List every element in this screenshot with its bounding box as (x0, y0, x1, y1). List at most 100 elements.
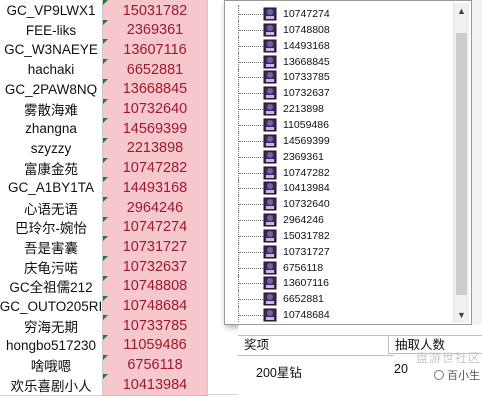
username-cell[interactable]: szyzzy (0, 137, 103, 160)
tree-branch (239, 124, 263, 126)
tree-branch (239, 29, 263, 31)
tree-branch (239, 299, 263, 301)
id-cell[interactable]: 10732640 (103, 98, 208, 121)
username-cell[interactable]: hongbo517230 (0, 334, 103, 357)
id-cell[interactable]: 11059486 (103, 334, 208, 357)
watermark-brand: 百小生 (434, 367, 480, 383)
user-icon (263, 23, 277, 37)
table-row: hongbo517230 11059486 (0, 334, 238, 357)
username-cell[interactable]: 心语无语 (0, 197, 103, 219)
id-cell[interactable]: 14569399 (103, 118, 208, 141)
list-item-label: 6652881 (283, 293, 324, 306)
username-cell[interactable]: hachaki (0, 59, 103, 82)
list-item-label: 10748808 (283, 23, 330, 36)
username-cell[interactable]: 欢乐喜剧小人 (0, 374, 103, 396)
scroll-up-button[interactable]: ▲ (454, 3, 469, 19)
tree-branch (239, 283, 263, 285)
table-row: zhangna 14569399 (0, 118, 238, 141)
username-cell[interactable]: GC_2PAW8NQ (0, 78, 103, 101)
id-cell[interactable]: 6652881 (103, 59, 208, 82)
window-edge (472, 0, 482, 325)
list-item-label: 6756118 (283, 261, 324, 274)
vertical-scrollbar[interactable]: ▲ ▼ (453, 3, 469, 323)
cell-marker-icon (103, 216, 108, 222)
username-cell[interactable]: GC_A1BY1TA (0, 177, 103, 200)
user-icon (263, 70, 277, 84)
table-row: GC_OUTO205RI 10748684 (0, 295, 238, 318)
username-cell[interactable]: zhangna (0, 118, 103, 141)
id-cell[interactable]: 2369361 (103, 19, 208, 42)
id-cell[interactable]: 10747274 (103, 216, 208, 239)
username-cell[interactable]: 富康金苑 (0, 157, 103, 180)
list-item-label: 10732640 (283, 198, 330, 211)
id-cell[interactable]: 10732637 (103, 256, 208, 279)
table-row: 啥哦嗯 6756118 (0, 354, 238, 377)
list-item-label: 2964246 (283, 214, 324, 227)
table-row: 吾是害囊 10731727 (0, 236, 238, 259)
user-icon (263, 292, 277, 306)
cell-marker-icon (103, 256, 108, 262)
id-cell[interactable]: 10748808 (103, 275, 208, 298)
user-icon (263, 86, 277, 100)
tree-branch (239, 188, 263, 190)
username-cell[interactable]: 吾是害囊 (0, 236, 103, 259)
username-cell[interactable]: GC_OUTO205RI (0, 295, 103, 318)
username-cell[interactable]: GC_VP9LWX1 (0, 0, 103, 22)
id-cell[interactable]: 13607116 (103, 39, 208, 62)
extra-cell[interactable] (208, 374, 238, 396)
tree-branch (239, 172, 263, 174)
table-row: hachaki 6652881 (0, 59, 238, 82)
user-icon (263, 197, 277, 211)
id-cell[interactable]: 10747282 (103, 157, 208, 180)
username-cell[interactable]: FEE-liks (0, 19, 103, 42)
tree-branch (239, 220, 263, 222)
tree-branch (239, 14, 263, 15)
id-cell[interactable]: 2964246 (103, 197, 208, 219)
table-row: 庆龟污喏 10732637 (0, 256, 238, 279)
id-cell[interactable]: 2213898 (103, 137, 208, 160)
list-item[interactable]: 10748684 (229, 306, 451, 323)
username-cell[interactable]: 穷海无期 (0, 315, 103, 338)
scroll-down-button[interactable]: ▼ (454, 307, 469, 323)
cell-marker-icon (103, 197, 108, 202)
table-row: 心语无语 2964246 (0, 197, 238, 219)
cell-marker-icon (103, 78, 108, 84)
table-row: GC_A1BY1TA 14493168 (0, 177, 238, 200)
username-cell[interactable]: 巴玲尔-婉怡 (0, 216, 103, 239)
tree-branch (239, 93, 263, 95)
tree-branch (239, 235, 263, 237)
table-row: 欢乐喜剧小人 10413984 (0, 374, 238, 396)
id-tree-list[interactable]: 10747274 10748808 14493168 13668845 10733785… (229, 3, 451, 323)
list-item-label: 14569399 (283, 134, 330, 147)
id-cell[interactable]: 10748684 (103, 295, 208, 318)
username-cell[interactable]: 雾散海难 (0, 98, 103, 121)
id-cell[interactable]: 10733785 (103, 315, 208, 338)
username-cell[interactable]: GC_W3NAEYE (0, 39, 103, 62)
list-item-label: 15031782 (283, 229, 330, 242)
list-item-label: 10732637 (283, 87, 330, 100)
count-cell[interactable]: 20 (394, 362, 408, 376)
watermark-author: 百小生 (447, 370, 480, 382)
username-cell[interactable]: GC全祖儒212 (0, 275, 103, 298)
id-cell[interactable]: 6756118 (103, 354, 208, 377)
id-cell[interactable]: 13668845 (103, 78, 208, 101)
table-row: 巴玲尔-婉怡 10747274 (0, 216, 238, 239)
user-icon (263, 55, 277, 69)
cell-marker-icon (103, 315, 108, 321)
username-cell[interactable]: 庆龟污喏 (0, 256, 103, 279)
user-icon (263, 245, 277, 259)
username-cell[interactable]: 啥哦嗯 (0, 354, 103, 377)
id-cell[interactable]: 10731727 (103, 236, 208, 259)
extra-cell[interactable] (208, 354, 238, 376)
list-item-label: 10731727 (283, 245, 330, 258)
cell-marker-icon (103, 295, 108, 301)
id-cell[interactable]: 15031782 (103, 0, 208, 22)
extra-cell[interactable] (208, 334, 238, 356)
watermark-text: 盘游世社区 (416, 351, 482, 365)
id-cell[interactable]: 10413984 (103, 374, 208, 396)
prize-cell[interactable]: 200星钻 (256, 362, 302, 381)
tree-branch (239, 45, 263, 47)
cell-marker-icon (103, 374, 108, 380)
id-cell[interactable]: 14493168 (103, 177, 208, 200)
scroll-thumb[interactable] (456, 33, 467, 295)
